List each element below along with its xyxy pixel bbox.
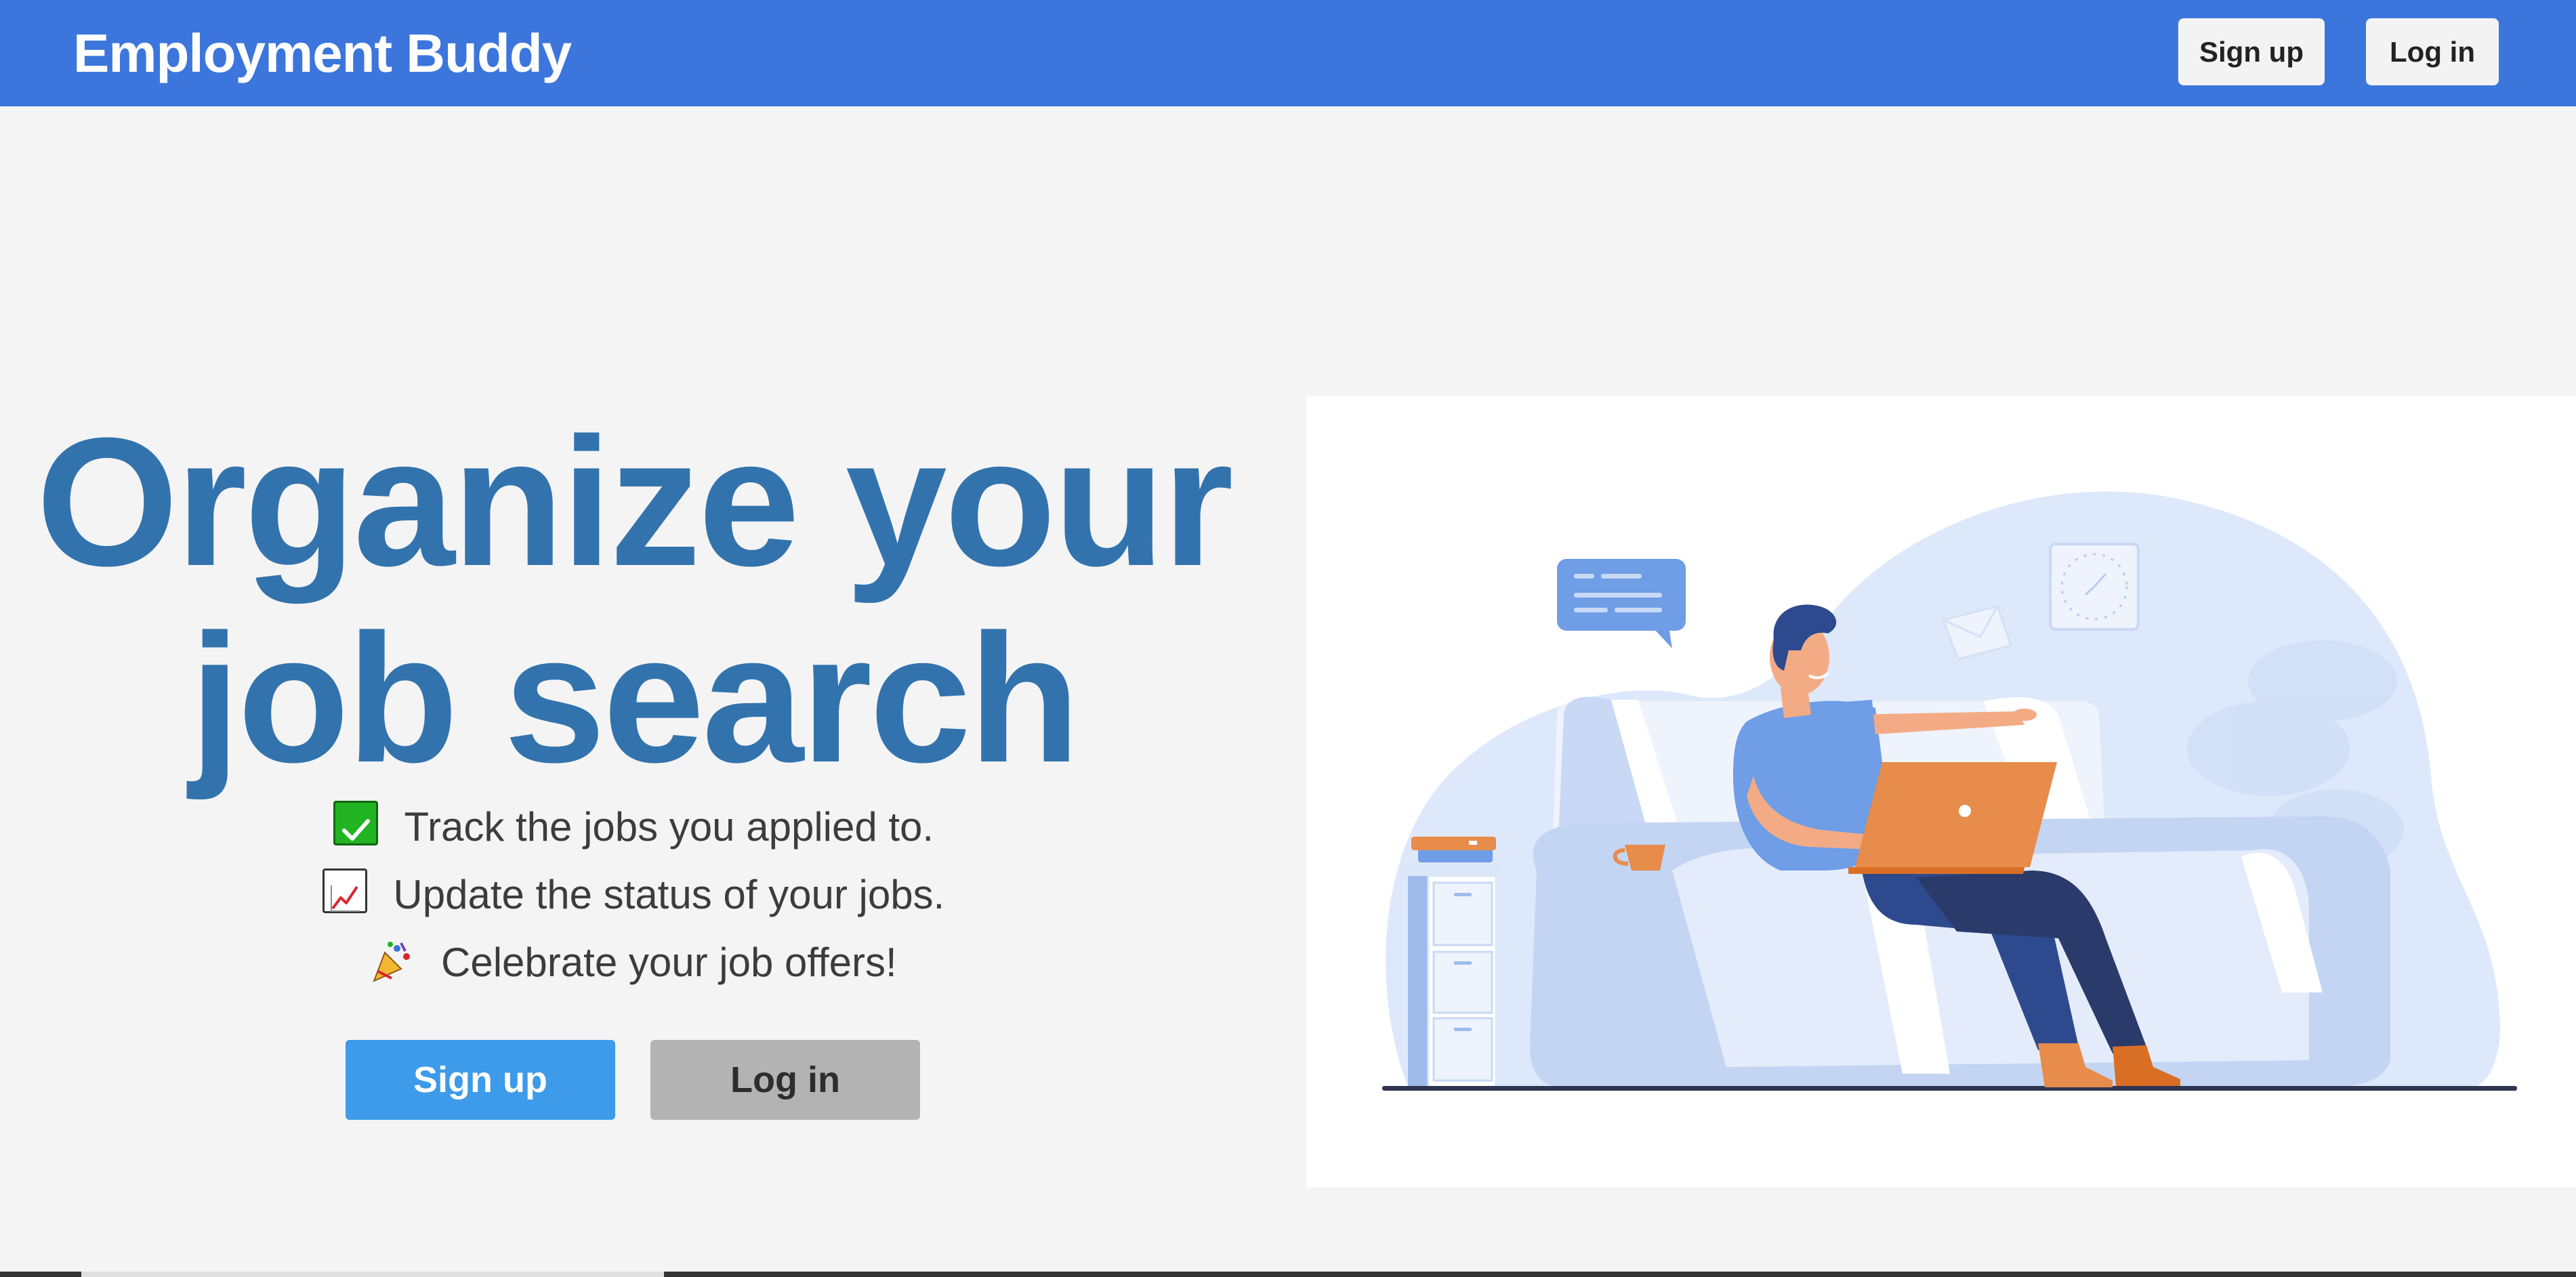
login-button[interactable]: Log in bbox=[650, 1040, 920, 1120]
hero-section: Organize your job search Track the jobs … bbox=[0, 106, 1267, 1258]
chart-increasing-icon bbox=[322, 868, 367, 914]
signup-button[interactable]: Sign up bbox=[346, 1040, 615, 1120]
nav-signup-button[interactable]: Sign up bbox=[2178, 18, 2325, 85]
feature-item: Update the status of your jobs. bbox=[0, 858, 1267, 926]
bottom-edge-highlight bbox=[81, 1272, 664, 1277]
brand-title[interactable]: Employment Buddy bbox=[73, 0, 572, 106]
clock-icon bbox=[2049, 543, 2140, 631]
feature-item: Celebrate your job offers! bbox=[0, 926, 1267, 994]
hero-illustration bbox=[1306, 396, 2576, 1188]
feature-item: Track the jobs you applied to. bbox=[0, 791, 1267, 858]
headline-line-1: Organize your bbox=[36, 400, 1233, 604]
headline-line-2: job search bbox=[189, 597, 1081, 801]
feature-list: Track the jobs you applied to. Update th… bbox=[0, 791, 1267, 994]
headline: Organize your job search bbox=[0, 404, 1267, 797]
navbar: Employment Buddy Sign up Log in bbox=[0, 0, 2576, 106]
nav-login-button[interactable]: Log in bbox=[2366, 18, 2499, 85]
feature-text: Update the status of your jobs. bbox=[393, 872, 945, 918]
check-mark-icon bbox=[333, 801, 378, 846]
party-popper-icon bbox=[370, 936, 415, 983]
person-on-sofa-illustration bbox=[1382, 491, 2517, 1091]
feature-text: Track the jobs you applied to. bbox=[404, 804, 934, 850]
feature-text: Celebrate your job offers! bbox=[441, 940, 897, 986]
